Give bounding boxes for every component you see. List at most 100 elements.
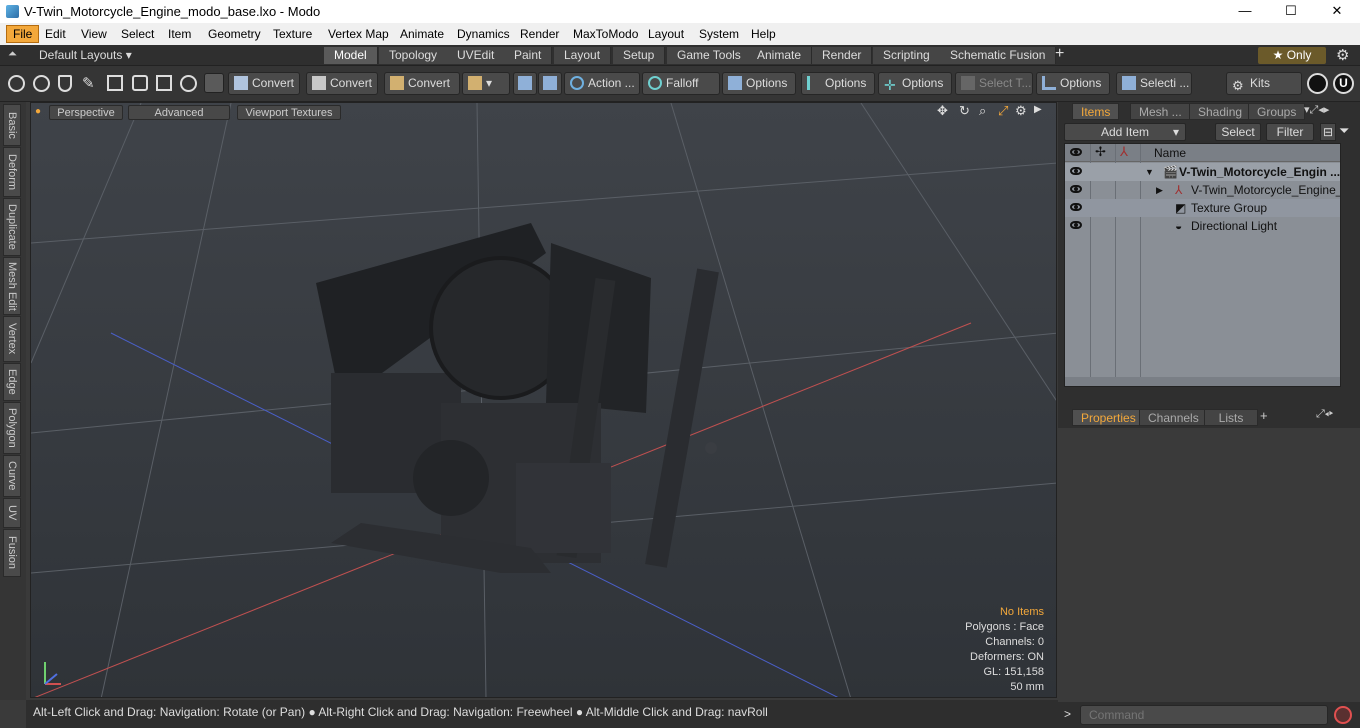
menu-edit[interactable]: Edit [39,26,72,42]
expand-arrow-icon[interactable]: ▼ [1145,163,1154,181]
visibility-toggle-icon[interactable] [1070,203,1082,211]
tab-model[interactable]: Model [324,47,378,64]
mesh-cube-icon[interactable] [204,73,224,93]
rotate-icon[interactable]: ↻ [959,103,970,119]
convert-button-3[interactable]: Convert [384,72,460,95]
edge-mode-icon[interactable] [107,75,123,91]
select-through-button[interactable]: Select T... [955,72,1033,95]
menu-geometry[interactable]: Geometry [202,26,267,42]
viewport-textures-button[interactable]: Viewport Textures [237,105,341,120]
viewport-settings-icon[interactable]: ⚙ [1015,103,1027,119]
tab-setup[interactable]: Setup [613,47,666,64]
material-mode-icon[interactable] [180,75,197,92]
engine-model[interactable] [316,223,719,573]
tab-shading[interactable]: Shading [1189,103,1252,120]
add-item-button[interactable]: Add Item ▾ [1064,123,1186,141]
sidebar-tab-uv[interactable]: UV [3,498,21,528]
menu-file[interactable]: File [6,25,40,43]
item-row-scene[interactable]: ▼ 🎬 V-Twin_Motorcycle_Engin ... [1065,163,1340,181]
menu-help[interactable]: Help [745,26,782,42]
view-type-button[interactable]: Perspective [49,105,123,120]
viewport-menu-arrow-icon[interactable]: ▶ [1034,104,1042,115]
selection-sets-button[interactable]: Selecti ... [1116,72,1192,95]
items-list-scrollbar[interactable] [1065,377,1340,386]
collapse-icon[interactable]: ⊟ [1320,123,1336,141]
convert-button-2[interactable]: Convert [306,72,378,95]
snap-button[interactable] [538,72,562,95]
tab-channels[interactable]: Channels [1139,409,1208,426]
tab-layout[interactable]: Layout [554,47,612,64]
menu-dynamics[interactable]: Dynamics [451,26,516,42]
command-input[interactable] [1080,705,1328,725]
convert-button-1[interactable]: Convert [228,72,300,95]
sidebar-tab-basic[interactable]: Basic [3,104,21,146]
tab-items[interactable]: Items [1072,103,1120,120]
layouts-dropdown[interactable]: Default Layouts ▾ [39,48,132,62]
item-row-texture-group[interactable]: ◩ Texture Group [1065,199,1340,217]
symmetry-button[interactable] [513,72,537,95]
sidebar-tab-duplicate[interactable]: Duplicate [3,198,21,256]
item-row-mesh[interactable]: ▶ ⅄ V-Twin_Motorcycle_Engine_ ... [1065,181,1340,199]
pan-icon[interactable]: ✥ [937,103,948,119]
tab-paint[interactable]: Paint [504,47,553,64]
menu-system[interactable]: System [693,26,745,42]
only-toggle[interactable]: ★ Only [1258,47,1326,64]
menu-item[interactable]: Item [162,26,197,42]
vertex-mode-icon[interactable] [8,75,25,92]
panel-options-icon[interactable]: ▾⤢◂▸ [1304,103,1329,117]
menu-layout[interactable]: Layout [642,26,690,42]
tab-mesh[interactable]: Mesh ... [1130,103,1191,120]
filter-button[interactable]: Filter [1266,123,1314,141]
options-button-2[interactable]: Options [801,72,875,95]
tab-render[interactable]: Render [812,47,873,64]
menu-view[interactable]: View [75,26,113,42]
menu-render[interactable]: Render [514,26,565,42]
world-mode-icon[interactable] [33,75,50,92]
primitive-dropdown[interactable]: ▾ [462,72,510,95]
tab-animate[interactable]: Animate [747,47,813,64]
gear-icon[interactable]: ⚙ [1336,46,1349,64]
pen-tool-icon[interactable]: ✎ [82,74,100,92]
options-button-3[interactable]: ✛ Options [878,72,952,95]
3d-viewport[interactable]: ● Perspective Advanced Viewport Textures… [30,102,1057,698]
menu-animate[interactable]: Animate [394,26,450,42]
record-macro-icon[interactable] [1334,706,1352,724]
tab-properties[interactable]: Properties [1072,409,1145,426]
zoom-icon[interactable]: ⌕ [979,103,986,119]
tab-uvedit[interactable]: UVEdit [447,47,506,64]
unity-icon[interactable] [1307,73,1328,94]
maximize-viewport-icon[interactable]: ⤢ [998,103,1008,119]
sidebar-tab-polygon[interactable]: Polygon [3,402,21,454]
shading-mode-button[interactable]: Advanced [128,105,230,120]
sidebar-tab-fusion[interactable]: Fusion [3,529,21,577]
visibility-toggle-icon[interactable] [1070,185,1082,193]
funnel-icon[interactable]: ⏷ [1339,123,1355,141]
expand-arrow-icon[interactable]: ▶ [1156,181,1163,199]
falloff-mode-icon[interactable] [58,75,72,92]
collapse-arrow-icon[interactable]: ⏶ [8,48,17,61]
menu-vertex-map[interactable]: Vertex Map [322,26,395,42]
falloff-button[interactable]: Falloff [642,72,720,95]
tab-lists[interactable]: Lists [1204,409,1258,426]
sidebar-tab-deform[interactable]: Deform [3,147,21,197]
add-tab-button[interactable]: + [1260,408,1268,423]
kits-button[interactable]: ⚙ Kits [1226,72,1302,95]
minimize-button[interactable]: — [1222,0,1268,23]
tab-groups[interactable]: Groups [1248,103,1306,120]
tab-game-tools[interactable]: Game Tools [667,47,752,64]
sidebar-tab-edge[interactable]: Edge [3,363,21,401]
item-mode-icon[interactable] [156,75,172,91]
select-button[interactable]: Select [1215,123,1261,141]
unreal-icon[interactable]: U [1333,73,1354,94]
menu-texture[interactable]: Texture [267,26,318,42]
close-button[interactable]: ✕ [1314,0,1360,23]
options-button-1[interactable]: Options [722,72,796,95]
polygon-mode-icon[interactable] [132,75,148,91]
menu-select[interactable]: Select [115,26,160,42]
action-center-button[interactable]: Action ... [564,72,640,95]
visibility-toggle-icon[interactable] [1070,167,1082,175]
tab-scripting[interactable]: Scripting [873,47,941,64]
item-row-directional-light[interactable]: ◒ Directional Light [1065,217,1340,235]
maximize-button[interactable]: ☐ [1268,0,1314,23]
sidebar-tab-curve[interactable]: Curve [3,455,21,497]
